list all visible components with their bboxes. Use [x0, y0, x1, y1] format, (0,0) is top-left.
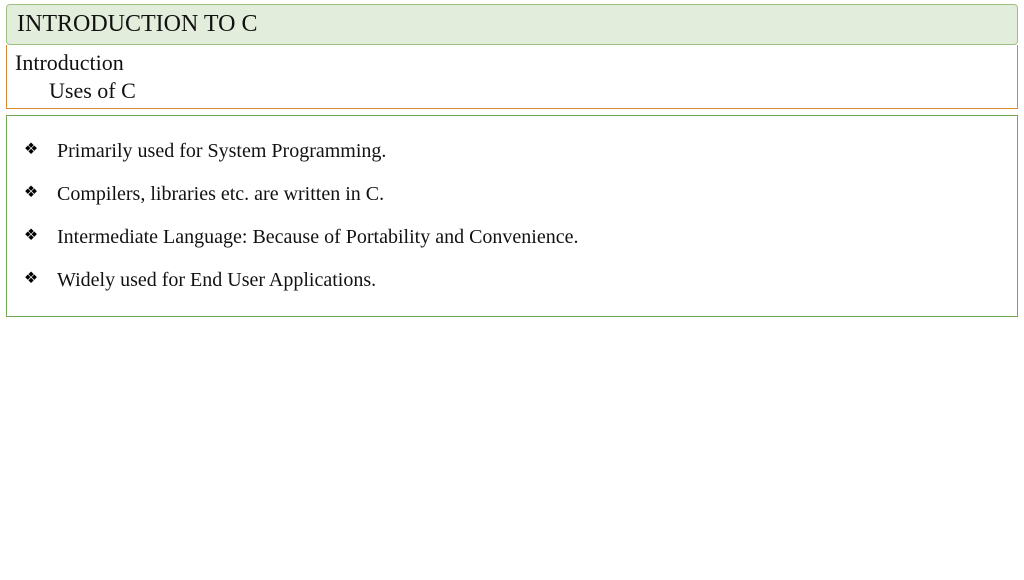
list-item: ❖ Widely used for End User Applications.: [15, 259, 1009, 302]
diamond-bullet-icon: ❖: [21, 267, 41, 291]
list-item: ❖ Primarily used for System Programming.: [15, 130, 1009, 173]
slide: INTRODUCTION TO C Introduction Uses of C…: [0, 4, 1024, 580]
diamond-bullet-icon: ❖: [21, 138, 41, 162]
slide-title: INTRODUCTION TO C: [17, 11, 257, 37]
diamond-bullet-icon: ❖: [21, 224, 41, 248]
heading-main: Introduction: [15, 49, 1009, 77]
heading-box: Introduction Uses of C: [6, 45, 1018, 109]
title-bar: INTRODUCTION TO C: [6, 4, 1018, 45]
heading-sub: Uses of C: [15, 77, 1009, 105]
bullet-text: Primarily used for System Programming.: [57, 138, 386, 165]
list-item: ❖ Intermediate Language: Because of Port…: [15, 216, 1009, 259]
bullet-text: Intermediate Language: Because of Portab…: [57, 224, 578, 251]
list-item: ❖ Compilers, libraries etc. are written …: [15, 173, 1009, 216]
content-box: ❖ Primarily used for System Programming.…: [6, 115, 1018, 317]
diamond-bullet-icon: ❖: [21, 181, 41, 205]
bullet-text: Widely used for End User Applications.: [57, 267, 376, 294]
bullet-text: Compilers, libraries etc. are written in…: [57, 181, 384, 208]
